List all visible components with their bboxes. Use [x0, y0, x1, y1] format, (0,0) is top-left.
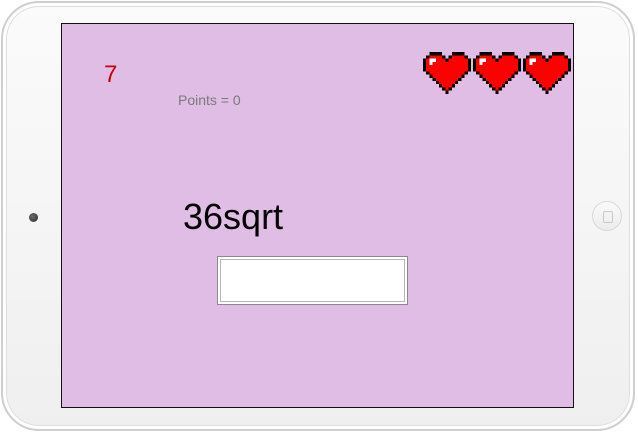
heart-icon [473, 52, 521, 94]
heart-icon [523, 52, 571, 94]
heart-icon [423, 52, 471, 94]
timer-text: 7 [104, 61, 118, 88]
lives-hearts [423, 49, 571, 97]
home-button[interactable] [592, 201, 622, 231]
home-button-icon [603, 211, 613, 223]
game-screen: 7 Points = 0 36sqrt [61, 23, 574, 408]
points-label: Points = 0 [178, 92, 241, 108]
question-text: 36sqrt [183, 196, 284, 237]
answer-input[interactable] [217, 256, 408, 305]
camera-icon [29, 213, 38, 222]
